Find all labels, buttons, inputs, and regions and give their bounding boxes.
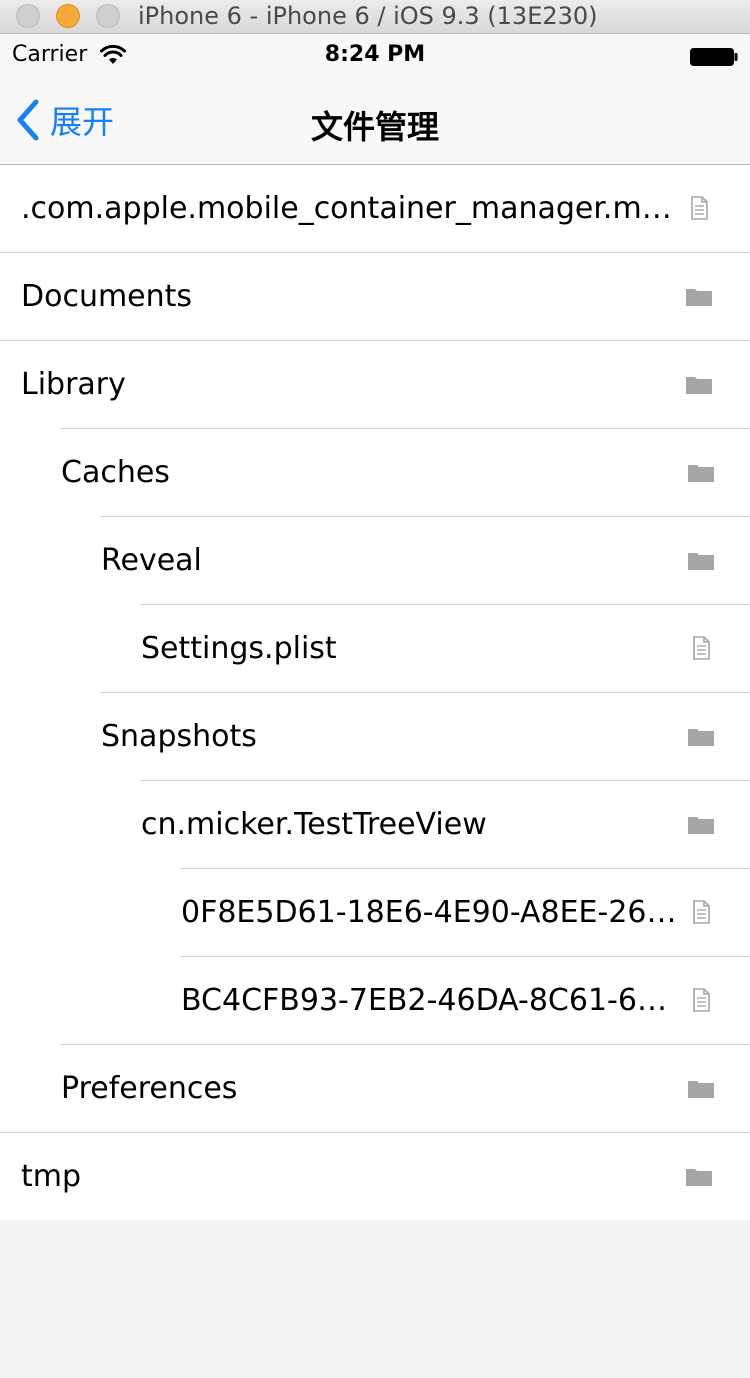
file-tree-list[interactable]: .com.apple.mobile_container_manager.me..… (0, 165, 750, 1220)
file-tree-row[interactable]: Library (0, 341, 750, 429)
navigation-bar: 展开 文件管理 (0, 76, 750, 165)
folder-icon (684, 1161, 714, 1191)
file-tree-row[interactable]: BC4CFB93-7EB2-46DA-8C61-61... (0, 957, 750, 1045)
file-tree-row[interactable]: cn.micker.TestTreeView (0, 781, 750, 869)
window-close-button[interactable] (16, 4, 40, 28)
folder-icon (686, 809, 716, 839)
file-tree-row[interactable]: tmp (0, 1133, 750, 1221)
file-tree-row[interactable]: Snapshots (0, 693, 750, 781)
folder-icon (686, 1073, 716, 1103)
file-tree-row[interactable]: Caches (0, 429, 750, 517)
status-bar: Carrier 8:24 PM (0, 34, 750, 76)
file-name-label: Preferences (61, 1071, 238, 1106)
file-name-label: 0F8E5D61-18E6-4E90-A8EE-265... (181, 895, 680, 930)
simulator-titlebar: iPhone 6 - iPhone 6 / iOS 9.3 (13E230) (0, 0, 750, 34)
file-tree-row[interactable]: Preferences (0, 1045, 750, 1133)
window-minimize-button[interactable] (56, 4, 80, 28)
file-name-label: Library (21, 367, 126, 402)
status-time: 8:24 PM (324, 42, 426, 67)
file-icon (686, 897, 716, 927)
file-icon (684, 193, 714, 223)
file-tree-row[interactable]: Reveal (0, 517, 750, 605)
folder-icon (684, 369, 714, 399)
file-name-label: Caches (61, 455, 170, 490)
file-name-label: BC4CFB93-7EB2-46DA-8C61-61... (181, 983, 680, 1018)
folder-icon (686, 457, 716, 487)
file-name-label: tmp (21, 1159, 82, 1194)
file-name-label: Reveal (101, 543, 202, 578)
file-name-label: cn.micker.TestTreeView (141, 807, 487, 842)
file-name-label: Settings.plist (141, 631, 337, 666)
folder-icon (686, 545, 716, 575)
folder-icon (684, 281, 714, 311)
file-name-label: .com.apple.mobile_container_manager.me..… (21, 191, 678, 226)
battery-icon (690, 48, 738, 66)
file-name-label: Documents (21, 279, 193, 314)
folder-icon (686, 721, 716, 751)
file-tree-row[interactable]: Settings.plist (0, 605, 750, 693)
window-zoom-button[interactable] (96, 4, 120, 28)
file-tree-row[interactable]: 0F8E5D61-18E6-4E90-A8EE-265... (0, 869, 750, 957)
file-tree-row[interactable]: .com.apple.mobile_container_manager.me..… (0, 165, 750, 253)
file-tree-row[interactable]: Documents (0, 253, 750, 341)
file-icon (686, 985, 716, 1015)
page-title: 文件管理 (310, 108, 439, 146)
simulator-title: iPhone 6 - iPhone 6 / iOS 9.3 (13E230) (138, 2, 598, 30)
file-name-label: Snapshots (101, 719, 257, 754)
file-icon (686, 633, 716, 663)
